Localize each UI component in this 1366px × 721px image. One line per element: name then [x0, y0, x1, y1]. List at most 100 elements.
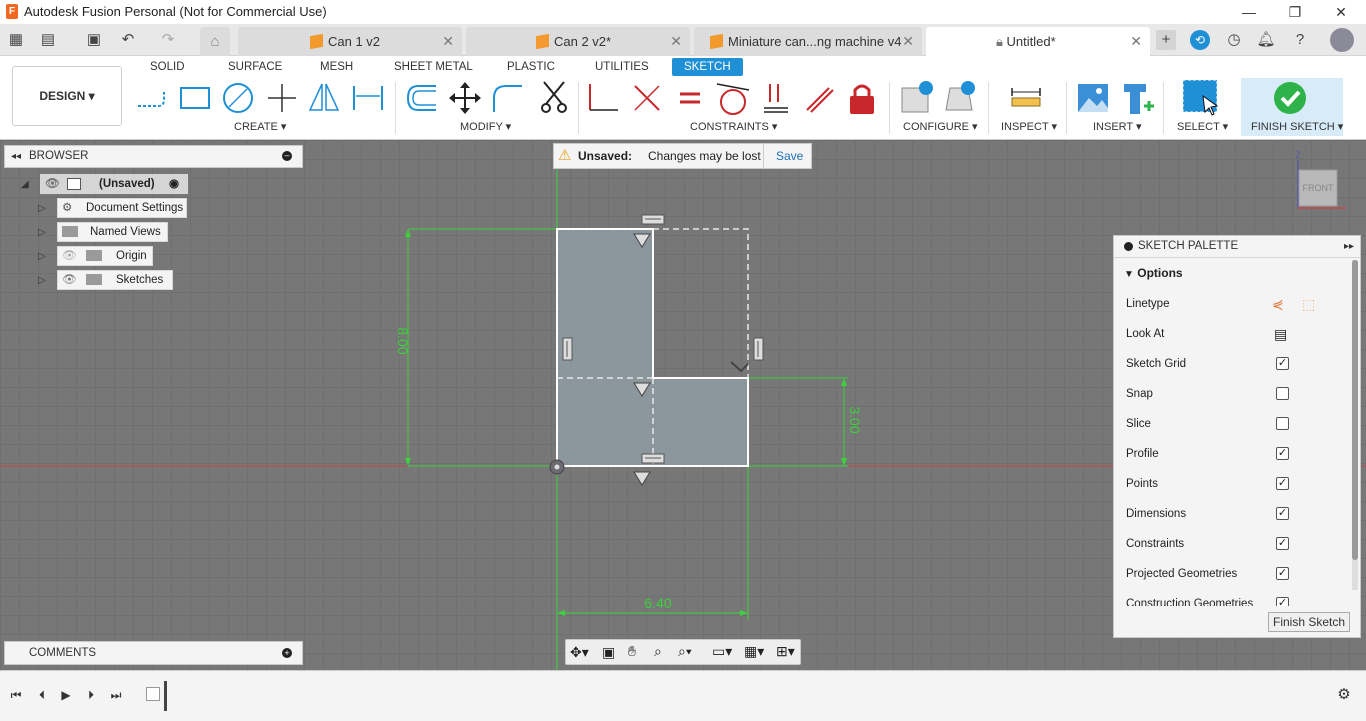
line-tool-icon[interactable]	[134, 80, 170, 116]
fillet-tool-icon[interactable]	[490, 80, 526, 116]
expand-palette-icon[interactable]: ▸▸	[1344, 236, 1354, 257]
option-checkbox[interactable]: ✓	[1276, 357, 1289, 370]
home-tab-icon[interactable]: ⌂	[200, 27, 230, 56]
move-tool-icon[interactable]	[447, 80, 483, 116]
tab-utilities[interactable]: UTILITIES	[595, 58, 649, 76]
close-tab-icon[interactable]: ✕	[670, 27, 682, 56]
constraints-group-label[interactable]: CONSTRAINTS ▾	[690, 120, 777, 133]
midpoint-constraint-icon[interactable]	[801, 80, 837, 116]
option-checkbox[interactable]	[1276, 417, 1289, 430]
configure-table-icon[interactable]	[900, 80, 936, 116]
go-to-end-icon[interactable]: ⏭	[108, 687, 124, 703]
tab-untitled[interactable]: 🔒︎ Untitled* ✕	[926, 27, 1150, 56]
parallel-constraint-icon[interactable]	[758, 80, 794, 116]
tab-mesh[interactable]: MESH	[320, 58, 353, 76]
eye-icon[interactable]: 👁︎	[62, 271, 77, 289]
tab-can-1[interactable]: Can 1 v2 ✕	[238, 27, 462, 56]
pan-icon[interactable]: ✋︎	[628, 643, 636, 660]
tab-can-2[interactable]: Can 2 v2* ✕	[466, 27, 690, 56]
timeline-settings-gear-icon[interactable]: ⚙	[1336, 687, 1352, 703]
circle-tool-icon[interactable]	[220, 80, 256, 116]
configure-group-label[interactable]: CONFIGURE ▾	[903, 120, 978, 133]
job-status-icon[interactable]: ◷	[1224, 30, 1244, 50]
palette-scrollbar[interactable]	[1352, 260, 1358, 590]
centerline-linetype-icon[interactable]: ⬚	[1302, 294, 1315, 314]
option-checkbox[interactable]: ✓	[1276, 537, 1289, 550]
redo-icon[interactable]: ↷	[158, 30, 178, 50]
configure-rule-icon[interactable]	[942, 80, 978, 116]
height-dimension-text[interactable]: 8.00	[395, 327, 411, 354]
tab-surface[interactable]: SURFACE	[228, 58, 282, 76]
horizontal-constraint-icon[interactable]	[641, 214, 665, 225]
option-checkbox[interactable]: ✓	[1276, 567, 1289, 580]
close-tab-icon[interactable]: ✕	[902, 27, 914, 56]
inspect-group-label[interactable]: INSPECT ▾	[1001, 120, 1057, 133]
tangent-constraint-icon[interactable]	[715, 80, 751, 116]
close-tab-icon[interactable]: ✕	[442, 27, 454, 56]
rectangle-tool-icon[interactable]	[177, 80, 213, 116]
play-icon[interactable]: ▶	[58, 687, 74, 703]
save-icon[interactable]: ▣	[84, 30, 104, 50]
perpendicular-marker-icon[interactable]	[730, 361, 749, 373]
apps-grid-icon[interactable]: ▦	[6, 30, 26, 50]
browser-panel-header[interactable]: ◂◂ BROWSER –	[4, 145, 303, 168]
coincident-constraint-icon[interactable]	[586, 80, 622, 116]
option-checkbox[interactable]	[1276, 387, 1289, 400]
browser-node-origin[interactable]: 👁︎ Origin	[57, 246, 153, 266]
insert-group-label[interactable]: INSERT ▾	[1093, 120, 1142, 133]
extensions-icon[interactable]: ⟲	[1190, 30, 1210, 50]
sketch-feature-icon[interactable]	[146, 687, 160, 701]
horizontal-constraint-icon[interactable]	[641, 453, 665, 464]
eye-hidden-icon[interactable]: 👁︎	[62, 247, 77, 265]
help-icon[interactable]: ?	[1290, 30, 1310, 50]
fit-icon[interactable]: ⌕▾	[678, 643, 692, 660]
modify-group-label[interactable]: MODIFY ▾	[460, 120, 511, 133]
browser-root-node[interactable]: 👁︎ (Unsaved) ◉	[40, 174, 188, 194]
browser-options-icon[interactable]: –	[282, 151, 292, 161]
construction-linetype-icon[interactable]: ⋞	[1272, 294, 1284, 314]
midpoint-marker-icon[interactable]	[633, 471, 651, 486]
eye-icon[interactable]: 👁︎	[45, 175, 60, 193]
width-dimension-text[interactable]: 6.40	[644, 595, 671, 611]
notifications-icon[interactable]: 🔔︎	[1256, 30, 1276, 50]
select-group-label[interactable]: SELECT ▾	[1177, 120, 1228, 133]
tab-plastic[interactable]: PLASTIC	[507, 58, 555, 76]
close-window-button[interactable]: ✕	[1326, 2, 1356, 22]
look-at-icon[interactable]: ▤	[1274, 324, 1287, 344]
grid-settings-icon[interactable]: ▦▾	[744, 643, 764, 660]
tab-sheet-metal[interactable]: SHEET METAL	[394, 58, 473, 76]
orbit-icon[interactable]: ✥▾	[570, 644, 589, 661]
trim-tool-icon[interactable]	[536, 80, 572, 116]
point-tool-icon[interactable]	[264, 80, 300, 116]
option-checkbox[interactable]: ✓	[1276, 507, 1289, 520]
undo-icon[interactable]: ↶	[118, 30, 138, 50]
step-forward-icon[interactable]: ⏵	[83, 687, 99, 703]
timeline-marker[interactable]	[164, 681, 167, 711]
construction-line[interactable]	[653, 228, 749, 378]
tab-solid[interactable]: SOLID	[150, 58, 185, 76]
collapse-section-icon[interactable]: ▼	[1124, 269, 1134, 280]
minimize-button[interactable]: —	[1234, 2, 1264, 22]
expand-icon[interactable]: ▷	[38, 226, 50, 240]
options-section-header[interactable]: ▼ Options	[1124, 266, 1183, 280]
finish-sketch-label[interactable]: FINISH SKETCH ▾	[1251, 120, 1343, 133]
expand-icon[interactable]: ▷	[38, 250, 50, 264]
option-checkbox[interactable]: ✓	[1276, 597, 1289, 606]
palette-header[interactable]: SKETCH PALETTE ▸▸	[1114, 236, 1360, 258]
close-tab-icon[interactable]: ✕	[1130, 27, 1142, 56]
expand-icon[interactable]: ▷	[38, 274, 50, 288]
comments-panel[interactable]: COMMENTS +	[4, 641, 303, 665]
save-link[interactable]: Save	[776, 144, 803, 168]
restore-button[interactable]: ❐	[1280, 2, 1310, 22]
look-at-icon[interactable]: ▣	[602, 644, 615, 661]
option-checkbox[interactable]: ✓	[1276, 447, 1289, 460]
workspace-switcher[interactable]: DESIGN ▾	[12, 66, 122, 126]
tab-miniature-can[interactable]: Miniature can...ng machine v4 ✕	[694, 27, 922, 56]
viewcube-face-label[interactable]: FRONT	[1303, 183, 1334, 193]
view-cube[interactable]: FRONT Z	[1295, 150, 1346, 209]
browser-node-sketches[interactable]: 👁︎ Sketches	[57, 270, 173, 290]
user-avatar[interactable]	[1330, 28, 1354, 52]
fix-constraint-icon[interactable]	[844, 80, 880, 116]
option-checkbox[interactable]: ✓	[1276, 477, 1289, 490]
insert-mcmaster-icon[interactable]	[1120, 80, 1156, 116]
